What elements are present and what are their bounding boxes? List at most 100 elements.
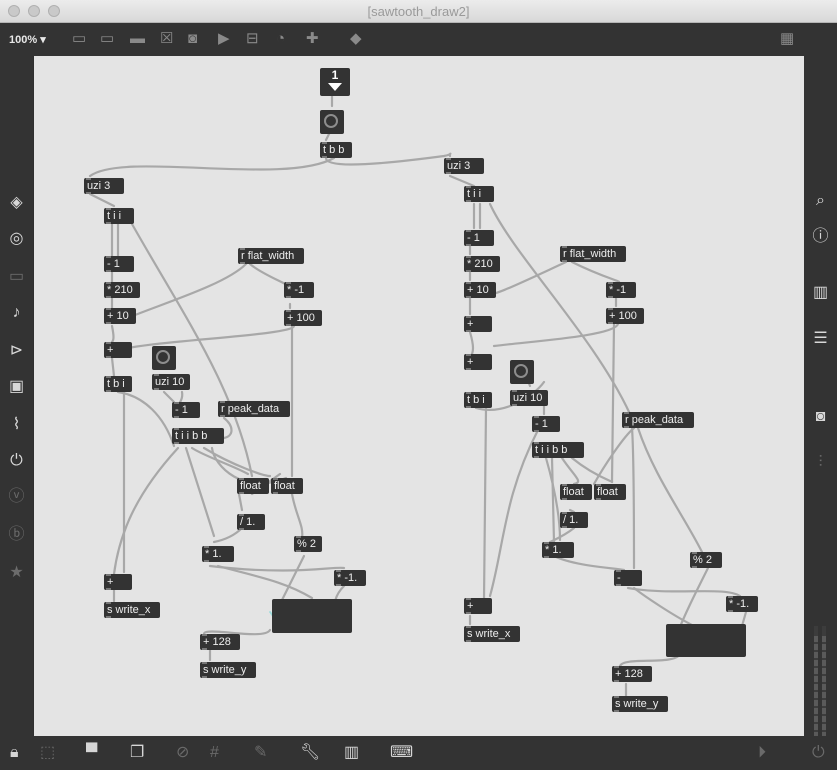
bang-button[interactable] [152, 346, 176, 370]
button-object-icon[interactable]: ☒ [160, 31, 173, 47]
message-box-icon[interactable]: ▭ [100, 31, 114, 47]
reference-book-icon[interactable]: ▥ [804, 284, 837, 302]
info-icon[interactable]: ⓘ [804, 228, 837, 246]
trigger-object[interactable]: t b i [464, 392, 492, 408]
uzi-object[interactable]: uzi 3 [444, 158, 484, 174]
vst-plugin-icon[interactable]: ⓥ [0, 488, 33, 506]
keyboard-icon[interactable]: ⌨ [390, 744, 413, 762]
uzi-object[interactable]: uzi 3 [84, 178, 124, 194]
zoom-level-menu[interactable]: 100% ▾ [9, 33, 46, 46]
favorites-star-icon[interactable]: ★ [0, 564, 33, 582]
subtract-object[interactable]: - 1 [532, 416, 560, 432]
plug-icon[interactable]: ⏻ [0, 452, 33, 470]
package-b-icon[interactable]: ⓑ [0, 526, 33, 544]
multiply-object[interactable]: * 1. [202, 546, 234, 562]
trigger-object[interactable]: t i i b b [532, 442, 584, 458]
lock-icon[interactable]: 🔒︎ [10, 744, 19, 762]
divide-object[interactable]: / 1. [237, 514, 265, 530]
receive-object[interactable]: r peak_data [622, 412, 694, 428]
grid-view-icon[interactable]: ▦ [780, 31, 794, 47]
send-object[interactable]: s write_y [200, 662, 256, 678]
windows-stack-icon[interactable]: ❐ [130, 744, 144, 762]
patcher-object-icon[interactable]: ▭ [72, 31, 86, 47]
add-object[interactable]: + 128 [612, 666, 652, 682]
paint-bucket-icon[interactable]: ◆ [350, 31, 362, 47]
keyboard-device-icon[interactable]: ▭ [0, 268, 33, 286]
add-object[interactable]: + 100 [606, 308, 644, 324]
send-object[interactable]: s write_y [612, 696, 668, 712]
divide-object[interactable]: / 1. [560, 512, 588, 528]
zoom-level: 100% [9, 34, 38, 46]
subtract-object[interactable]: - [614, 570, 642, 586]
multiply-object[interactable]: * 1. [542, 542, 574, 558]
grid-icon[interactable]: # [210, 744, 219, 762]
function-editor[interactable] [272, 599, 352, 633]
power-icon[interactable]: ⏻ [812, 744, 825, 762]
multiply-object[interactable]: * -1. [334, 570, 366, 586]
add-object[interactable]: + 10 [464, 282, 496, 298]
multiply-object[interactable]: * -1 [284, 282, 314, 298]
uzi-object[interactable]: uzi 10 [510, 390, 548, 406]
package-icon[interactable]: ◈ [0, 194, 33, 212]
snapshot-camera-icon[interactable]: ◙ [804, 408, 837, 426]
float-object[interactable]: float [560, 484, 592, 500]
number-box[interactable]: 1 [320, 68, 350, 96]
add-object[interactable]: + 128 [200, 634, 240, 650]
slider-object-icon[interactable]: ⊟ [246, 31, 259, 47]
trigger-object[interactable]: t b i [104, 376, 132, 392]
mixer-sliders-icon[interactable]: ⫶ [804, 454, 837, 472]
add-object[interactable]: + [464, 598, 492, 614]
hide-wires-icon[interactable]: ⊘ [176, 744, 189, 762]
image-icon[interactable]: ▣ [0, 378, 33, 396]
patch-canvas[interactable]: 1 t b b uzi 3 t i i - 1 * 210 + 10 + t b… [34, 56, 804, 736]
add-object[interactable]: + 10 [104, 308, 136, 324]
bang-button[interactable] [510, 360, 534, 384]
modulo-object[interactable]: % 2 [690, 552, 722, 568]
float-object[interactable]: float [271, 478, 303, 494]
receive-object[interactable]: r flat_width [560, 246, 626, 262]
trigger-object[interactable]: t i i b b [172, 428, 224, 444]
add-object[interactable]: + [104, 342, 132, 358]
presentation-mode-icon[interactable]: ⬚ [40, 744, 55, 762]
add-object[interactable]: + [464, 354, 492, 370]
music-note-icon[interactable]: ♪ [0, 304, 33, 322]
add-object[interactable]: + [104, 574, 132, 590]
add-object[interactable]: + 100 [284, 310, 322, 326]
uzi-object[interactable]: uzi 10 [152, 374, 190, 390]
send-object[interactable]: s write_x [104, 602, 160, 618]
wrench-icon[interactable]: 🔧︎ [300, 744, 320, 762]
trigger-object[interactable]: t i i [464, 186, 494, 202]
toggle-object-icon[interactable]: ◙ [188, 31, 197, 47]
receive-object[interactable]: r peak_data [218, 401, 290, 417]
multiply-object[interactable]: * -1. [726, 596, 758, 612]
subtract-object[interactable]: - 1 [172, 402, 200, 418]
multiply-object[interactable]: * 210 [104, 282, 140, 298]
comment-icon[interactable]: ▬ [130, 31, 145, 47]
comment-toggle-icon[interactable]: ▀ [86, 744, 97, 762]
piano-keys-icon[interactable]: ▥ [344, 744, 359, 762]
function-editor[interactable] [666, 624, 746, 657]
play-circle-icon[interactable]: ⏵ [758, 744, 766, 762]
trigger-object[interactable]: t b b [320, 142, 352, 158]
audio-device-icon[interactable]: ◎ [0, 230, 33, 248]
subtract-object[interactable]: - 1 [464, 230, 494, 246]
receive-object[interactable]: r flat_width [238, 248, 304, 264]
send-object[interactable]: s write_x [464, 626, 520, 642]
subtract-object[interactable]: - 1 [104, 256, 134, 272]
dial-object-icon[interactable]: ◔ [276, 31, 285, 47]
modulo-object[interactable]: % 2 [294, 536, 322, 552]
trigger-object[interactable]: t i i [104, 208, 134, 224]
media-sequence-icon[interactable]: ⊳ [0, 342, 33, 360]
play-object-icon[interactable]: ▶ [218, 31, 230, 47]
search-icon[interactable]: ⌕ [804, 192, 837, 210]
multiply-object[interactable]: * -1 [606, 282, 636, 298]
add-object[interactable]: + [464, 316, 492, 332]
float-object[interactable]: float [594, 484, 626, 500]
multiply-object[interactable]: * 210 [464, 256, 500, 272]
add-object-icon[interactable]: ✚ [306, 31, 319, 47]
list-view-icon[interactable]: ☰ [804, 330, 837, 348]
paperclip-icon[interactable]: ⌇ [0, 416, 33, 434]
bang-button[interactable] [320, 110, 344, 134]
new-object-icon[interactable]: ✎ [254, 744, 267, 762]
float-object[interactable]: float [237, 478, 269, 494]
